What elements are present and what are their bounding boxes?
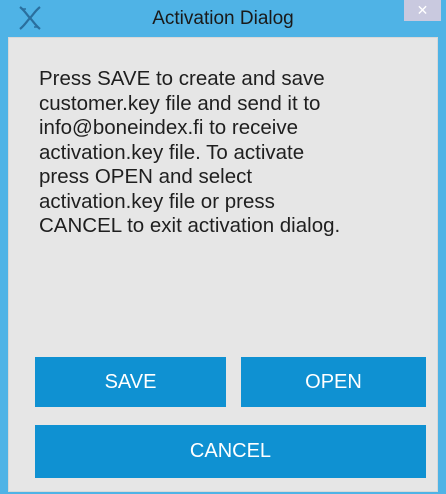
app-logo-icon — [17, 5, 43, 31]
save-button[interactable]: SAVE — [35, 357, 226, 407]
title-bar[interactable]: Activation Dialog ✕ — [0, 0, 446, 37]
instructions-text: Press SAVE to create and save customer.k… — [39, 67, 341, 237]
activation-dialog-window: Activation Dialog ✕ Press SAVE to create… — [0, 0, 446, 494]
close-icon: ✕ — [416, 2, 429, 18]
cancel-button[interactable]: CANCEL — [35, 425, 426, 478]
window-title: Activation Dialog — [152, 8, 294, 29]
close-button[interactable]: ✕ — [404, 0, 441, 21]
dialog-body: Press SAVE to create and save customer.k… — [8, 37, 438, 492]
open-button[interactable]: OPEN — [241, 357, 426, 407]
